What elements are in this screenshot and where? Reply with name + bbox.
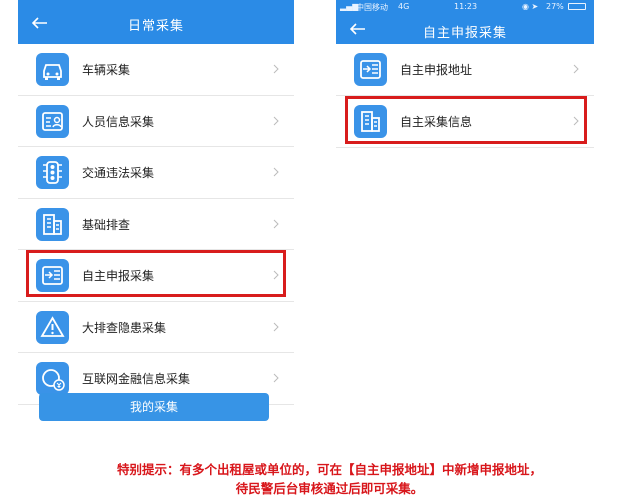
menu-item-hazard[interactable]: 大排查隐患采集 <box>18 301 294 353</box>
navbar: 日常采集 <box>18 0 294 44</box>
menu-item-label: 互联网金融信息采集 <box>82 372 191 386</box>
menu-item-label: 交通违法采集 <box>82 166 155 180</box>
menu-item-label: 人员信息采集 <box>82 114 155 129</box>
finance-icon <box>36 362 69 395</box>
time-text: 11:23 <box>454 2 478 11</box>
car-icon <box>36 53 69 86</box>
menu-item-vehicle[interactable]: 车辆采集 <box>18 44 294 96</box>
battery-icon <box>568 3 586 10</box>
building-icon <box>36 207 69 241</box>
menu-item-label: 自主申报地址 <box>400 63 473 77</box>
my-collection-button[interactable]: 我的采集 <box>39 393 269 421</box>
chevron-right-icon <box>273 373 279 383</box>
chevron-right-icon <box>273 116 279 125</box>
id-card-icon <box>36 104 69 138</box>
chevron-right-icon <box>273 219 279 228</box>
menu-list: 车辆采集 人员信息采集 交通违法采集 基础排查 自主申报采集 大排查隐患采集 互… <box>18 44 294 405</box>
carrier-text: 中国移动 <box>356 3 388 12</box>
menu-item-label: 大排查隐患采集 <box>82 320 167 335</box>
left-phone-screen: 日常采集 车辆采集 人员信息采集 交通违法采集 基础排查 自主申报采集 大排查隐… <box>18 0 294 428</box>
battery-text: 27% <box>546 2 564 11</box>
warning-icon <box>36 310 69 344</box>
menu-item-label: 基础排查 <box>82 217 131 232</box>
report-icon <box>354 53 387 86</box>
highlight-box-self-collect <box>345 96 587 144</box>
page-title: 日常采集 <box>127 19 184 34</box>
page-title: 自主申报采集 <box>422 26 507 41</box>
status-bar: ▂▄▆ 中国移动 4G 11:23 ◉ ➤ 27% <box>336 0 594 14</box>
traffic-light-icon <box>36 156 69 189</box>
menu-item-report-address[interactable]: 自主申报地址 <box>336 44 594 96</box>
menu-item-person[interactable]: 人员信息采集 <box>18 95 294 147</box>
menu-item-label: 车辆采集 <box>82 63 131 77</box>
location-icon: ◉ ➤ <box>522 2 539 11</box>
note-line-2: 待民警后台审核通过后即可采集。 <box>235 481 424 496</box>
navbar: 自主申报采集 <box>336 14 594 44</box>
highlight-box-self-report <box>26 250 286 297</box>
chevron-right-icon <box>273 322 279 331</box>
note-line-1: 特别提示：有多个出租屋或单位的，可在【自主申报地址】中新增申报地址， <box>116 462 542 477</box>
menu-item-basic-check[interactable]: 基础排查 <box>18 198 294 250</box>
chevron-right-icon <box>573 64 579 74</box>
menu-item-traffic[interactable]: 交通违法采集 <box>18 147 294 199</box>
chevron-right-icon <box>273 64 279 74</box>
network-text: 4G <box>398 2 410 11</box>
chevron-right-icon <box>273 167 279 177</box>
